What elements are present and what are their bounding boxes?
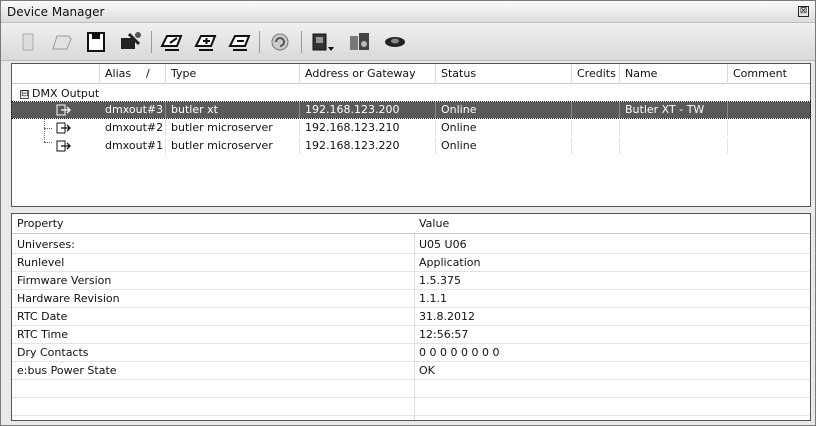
property-value: 1.1.1: [419, 292, 447, 305]
cell-comment: [728, 102, 810, 118]
tree-group-dmx-output[interactable]: ⊟ DMX Output: [20, 86, 99, 102]
cell-credits: [572, 102, 620, 118]
property-row[interactable]: RTC Date 31.8.2012: [12, 308, 810, 326]
property-row[interactable]: Dry Contacts 0 0 0 0 0 0 0 0: [12, 344, 810, 362]
column-property[interactable]: Property: [12, 214, 414, 234]
property-row[interactable]: Runlevel Application: [12, 254, 810, 272]
cell-address: 192.168.123.220: [300, 138, 436, 154]
cell-address: 192.168.123.210: [300, 120, 436, 136]
cell-comment: [728, 138, 810, 154]
column-alias[interactable]: Alias: [100, 64, 166, 84]
column-status[interactable]: Status: [436, 64, 572, 84]
property-table-header: Property Value: [12, 214, 810, 234]
tree-line: [44, 128, 52, 129]
property-value: OK: [419, 364, 435, 377]
tree-line: [44, 110, 52, 111]
device-remove-icon[interactable]: [227, 30, 253, 54]
title-bar: Device Manager ⊠: [1, 1, 815, 23]
property-name: RTC Time: [17, 328, 69, 341]
open-folder-icon[interactable]: [49, 30, 75, 54]
column-name[interactable]: Name: [620, 64, 728, 84]
cell-comment: [728, 120, 810, 136]
property-row[interactable]: RTC Time 12:56:57: [12, 326, 810, 344]
device-row[interactable]: dmxout#3 butler xt 192.168.123.200 Onlin…: [11, 101, 811, 119]
device-list-pane: Alias / Type Address or Gateway Status C…: [11, 63, 811, 207]
dmx-output-icon: [56, 104, 72, 116]
property-name: Runlevel: [17, 256, 65, 269]
group-label: DMX Output: [32, 87, 100, 100]
property-pane: Property Value Universes: U05 U06 Runlev…: [11, 213, 811, 421]
device-row[interactable]: dmxout#1 butler microserver 192.168.123.…: [12, 138, 810, 154]
save-icon[interactable]: [83, 30, 109, 54]
cell-alias: dmxout#2: [100, 120, 166, 136]
column-credits[interactable]: Credits: [572, 64, 620, 84]
property-name: Dry Contacts: [17, 346, 89, 359]
property-value: 1.5.375: [419, 274, 461, 287]
column-value[interactable]: Value: [414, 214, 810, 234]
property-row[interactable]: Hardware Revision 1.1.1: [12, 290, 810, 308]
property-row[interactable]: Firmware Version 1.5.375: [12, 272, 810, 290]
device-row[interactable]: dmxout#2 butler microserver 192.168.123.…: [12, 120, 810, 136]
device-menu-icon[interactable]: [309, 30, 335, 54]
cell-credits: [572, 120, 620, 136]
column-comment[interactable]: Comment: [728, 64, 810, 84]
property-value: U05 U06: [419, 238, 467, 251]
view-icon[interactable]: [381, 30, 407, 54]
cell-type: butler xt: [166, 102, 300, 118]
cell-name: [620, 138, 728, 154]
column-type[interactable]: Type: [166, 64, 300, 84]
device-add-icon[interactable]: [193, 30, 219, 54]
cell-alias: dmxout#3: [100, 102, 166, 118]
column-address[interactable]: Address or Gateway: [300, 64, 436, 84]
cell-name: Butler XT - TW: [620, 102, 728, 118]
property-name: Universes:: [17, 238, 75, 251]
close-icon[interactable]: ⊠: [798, 6, 809, 17]
cell-status: Online: [436, 102, 572, 118]
device-table-header: Alias / Type Address or Gateway Status C…: [12, 64, 810, 84]
property-row[interactable]: Universes: U05 U06: [12, 236, 810, 254]
property-value: 12:56:57: [419, 328, 469, 341]
cell-status: Online: [436, 138, 572, 154]
column-tree[interactable]: [12, 64, 100, 84]
property-name: e:bus Power State: [17, 364, 117, 377]
cell-name: [620, 120, 728, 136]
dmx-output-icon: [56, 122, 72, 134]
device-edit-icon[interactable]: [159, 30, 185, 54]
cell-status: Online: [436, 120, 572, 136]
property-value: 0 0 0 0 0 0 0 0: [419, 346, 500, 359]
device-tool-icon[interactable]: [117, 30, 143, 54]
refresh-icon[interactable]: [267, 30, 293, 54]
new-device-icon[interactable]: [15, 30, 41, 54]
empty-row: [12, 398, 810, 416]
cell-credits: [572, 138, 620, 154]
property-name: Hardware Revision: [17, 292, 120, 305]
window-title: Device Manager: [7, 5, 105, 19]
toolbar-separator: [259, 31, 260, 53]
sound-icon[interactable]: [347, 30, 373, 54]
cell-type: butler microserver: [166, 138, 300, 154]
cell-alias: dmxout#1: [100, 138, 166, 154]
property-row[interactable]: e:bus Power State OK: [12, 362, 810, 380]
empty-row: [12, 380, 810, 398]
collapse-icon[interactable]: ⊟: [20, 89, 29, 99]
property-name: RTC Date: [17, 310, 68, 323]
property-value: 31.8.2012: [419, 310, 475, 323]
toolbar-separator: [151, 31, 152, 53]
toolbar-separator: [301, 31, 302, 53]
sort-indicator-icon: /: [146, 67, 150, 80]
tree-line: [44, 142, 52, 143]
toolbar: [1, 23, 815, 61]
property-name: Firmware Version: [17, 274, 112, 287]
device-manager-window: Device Manager ⊠ Alias / Type Address or…: [0, 0, 816, 426]
property-value: Application: [419, 256, 481, 269]
dmx-output-icon: [56, 140, 72, 152]
cell-type: butler microserver: [166, 120, 300, 136]
cell-address: 192.168.123.200: [300, 102, 436, 118]
